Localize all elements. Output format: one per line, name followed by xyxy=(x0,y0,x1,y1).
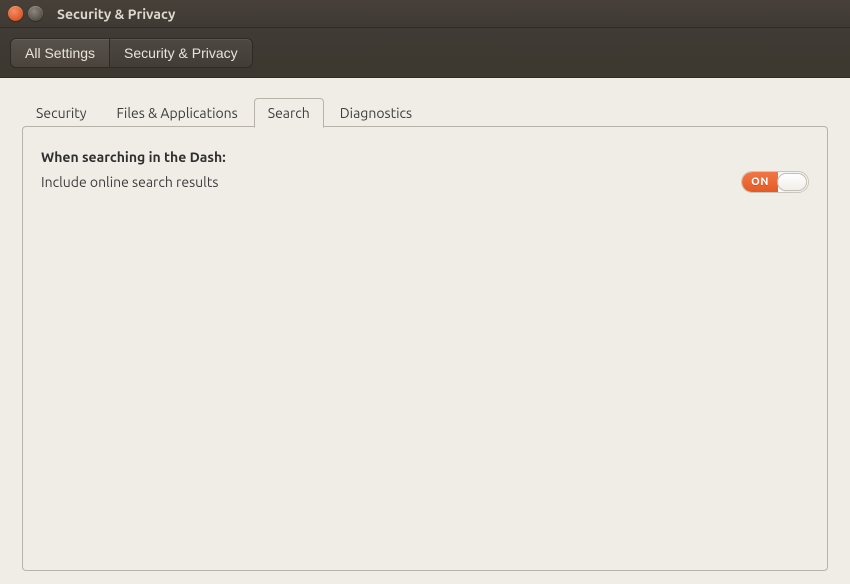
tab-panel-search: When searching in the Dash: Include onli… xyxy=(22,126,828,571)
toolbar: All Settings Security & Privacy xyxy=(0,28,850,78)
tab-bar: Security Files & Applications Search Dia… xyxy=(22,98,828,127)
titlebar: Security & Privacy xyxy=(0,0,850,28)
section-heading: When searching in the Dash: xyxy=(41,149,809,165)
breadcrumb-current[interactable]: Security & Privacy xyxy=(110,38,253,68)
window-controls xyxy=(8,6,43,21)
setting-label: Include online search results xyxy=(41,174,218,190)
setting-row: Include online search results ON xyxy=(41,171,809,193)
minimize-icon[interactable] xyxy=(28,6,43,21)
toggle-on-label: ON xyxy=(742,172,778,192)
window-title: Security & Privacy xyxy=(57,6,175,22)
tab-search[interactable]: Search xyxy=(254,98,324,128)
tab-files-applications[interactable]: Files & Applications xyxy=(103,98,252,127)
tab-security[interactable]: Security xyxy=(22,98,101,127)
close-icon[interactable] xyxy=(8,6,23,21)
tab-diagnostics[interactable]: Diagnostics xyxy=(326,98,426,127)
content-area: Security Files & Applications Search Dia… xyxy=(0,78,850,584)
all-settings-button[interactable]: All Settings xyxy=(10,38,110,68)
toggle-handle xyxy=(777,173,807,191)
online-search-toggle[interactable]: ON xyxy=(741,171,809,193)
